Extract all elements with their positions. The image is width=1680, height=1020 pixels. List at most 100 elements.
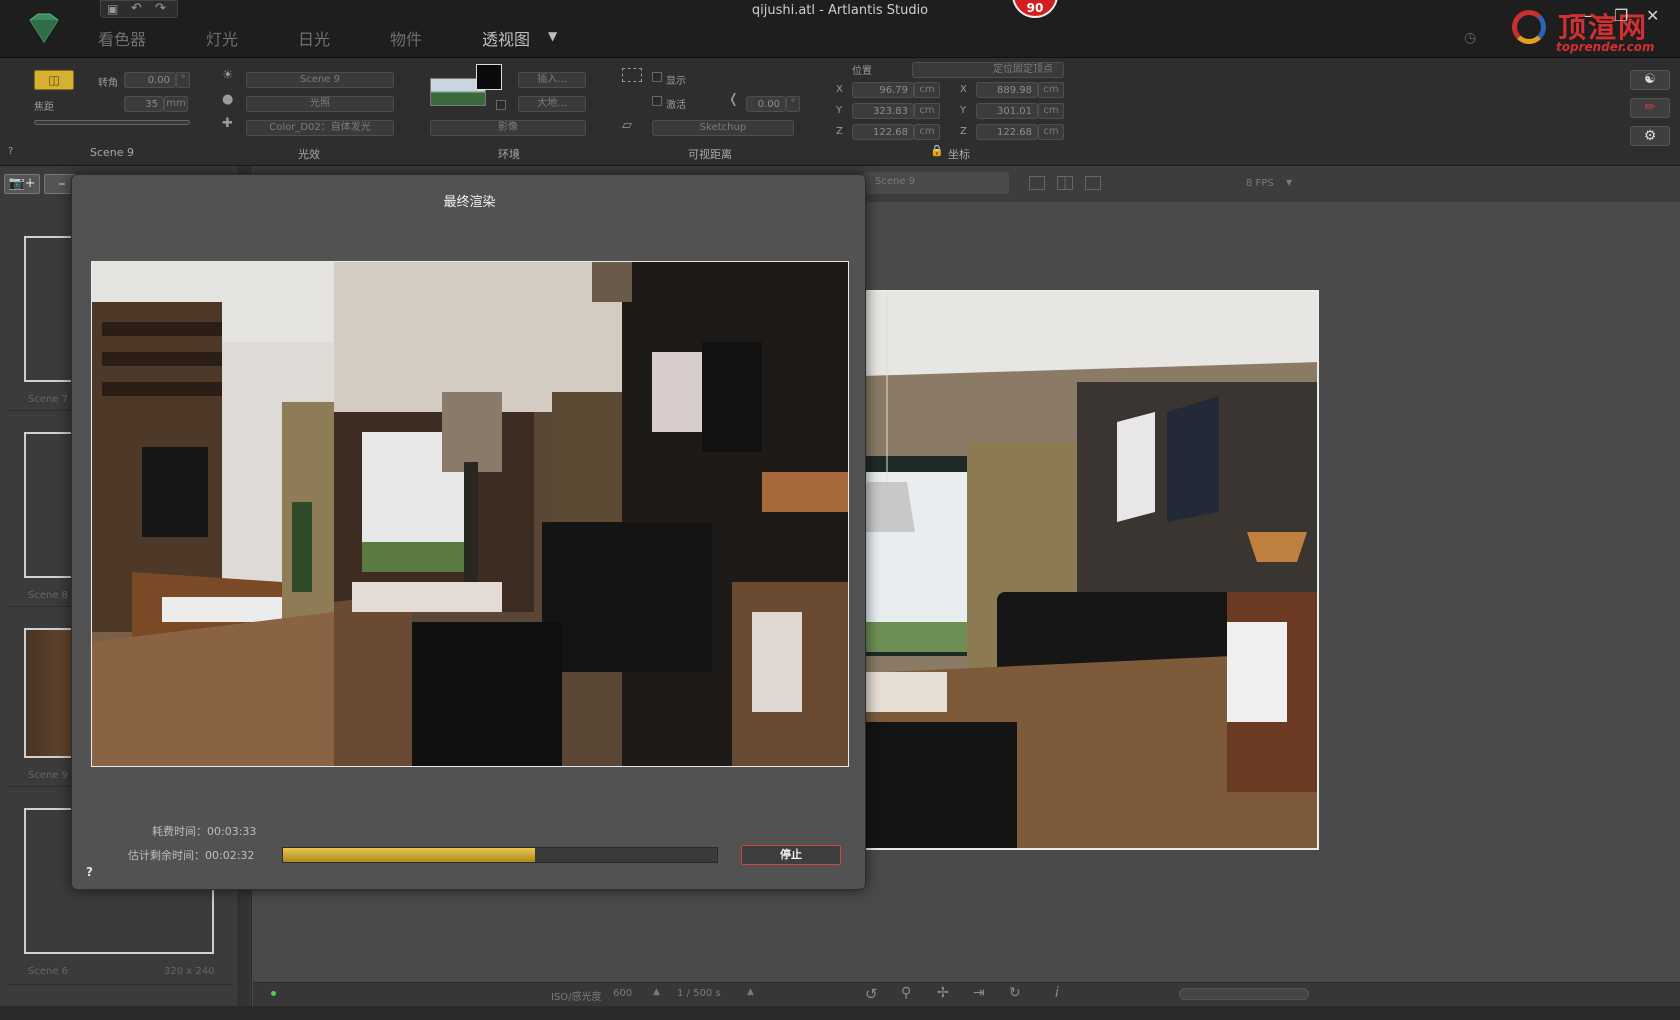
show-label: 显示 <box>666 76 686 87</box>
tab-lights[interactable]: 灯光 <box>206 26 238 50</box>
activate-label: 激活 <box>666 100 686 111</box>
rotate-icon[interactable]: ↺ <box>865 985 878 1003</box>
right-x-input[interactable]: 889.98 <box>976 82 1038 98</box>
tab-shading[interactable]: 看色器 <box>98 26 146 50</box>
clip-angle-icon: ❬ <box>728 92 739 107</box>
iso-label: ISO/感光度 <box>551 992 602 1003</box>
left-x-unit: cm <box>914 82 940 98</box>
orbit-icon[interactable]: ↻ <box>1009 985 1021 1001</box>
elapsed-time-label: 耗费时间：00:03:33 <box>152 825 257 838</box>
ground-button[interactable]: 大地... <box>518 96 586 112</box>
angle-input[interactable]: 0.00 <box>124 72 176 88</box>
right-z-input[interactable]: 122.68 <box>976 124 1038 140</box>
color-tag-icon: ✚ <box>222 116 233 131</box>
pan-icon[interactable]: ✢ <box>937 985 949 1001</box>
watermark-url: toprender.com <box>1556 40 1655 54</box>
shutter-value[interactable]: 1 / 500 s <box>677 988 721 999</box>
right-z-unit: cm <box>1038 124 1064 140</box>
clipping-section-label: 可视距离 <box>688 148 732 161</box>
zoom-icon[interactable]: ⚲ <box>901 985 911 1001</box>
shutter-stepper-icon[interactable]: ▲ <box>747 987 754 997</box>
render-dialog: 最终渲染 耗费时间：00:03:33 估计剩余时间：00:02:32 停止 ? <box>71 174 866 890</box>
right-z-label: Z <box>960 126 967 137</box>
environment-color-swatch[interactable] <box>476 64 502 90</box>
lighting-section-label: 光效 <box>298 148 320 161</box>
save-icon[interactable]: ▣ <box>107 2 118 16</box>
watermark-emblem <box>1512 10 1546 44</box>
clip-value-input[interactable]: 0.00 <box>746 96 786 112</box>
coord-mode-select[interactable]: 定位固定顶点 <box>912 62 1064 78</box>
position-label: 位置 <box>852 66 872 77</box>
toolbar-help[interactable]: ? <box>8 146 13 157</box>
scene-select[interactable]: Scene 9 <box>246 72 394 88</box>
title-bar: ▣ ↶ ↷ qijushi.atl - Artlantis Studio 90 … <box>0 0 1680 58</box>
image-select[interactable]: 影像 <box>430 120 586 136</box>
left-z-input[interactable]: 122.68 <box>852 124 914 140</box>
left-x-label: X <box>836 84 843 95</box>
coords-section-label: 坐标 <box>948 148 970 161</box>
fps-select[interactable]: 8 FPS <box>1246 178 1274 189</box>
iso-value[interactable]: 600 <box>613 988 632 999</box>
tab-perspective[interactable]: 透视图 <box>482 26 530 50</box>
environment-section-label: 环境 <box>498 148 520 161</box>
tab-objects[interactable]: 物件 <box>390 26 422 50</box>
left-y-unit: cm <box>914 103 940 119</box>
quick-toolbar: ▣ ↶ ↷ <box>100 0 178 18</box>
layout-grid-icon[interactable] <box>1057 176 1073 190</box>
walk-icon[interactable]: ⇥ <box>973 985 985 1001</box>
scene-icon: ☀ <box>222 68 234 83</box>
status-led-icon <box>271 991 276 996</box>
window-title: qijushi.atl - Artlantis Studio <box>751 3 929 18</box>
tab-dropdown-icon[interactable]: ▼ <box>548 29 557 43</box>
scene-size: 320 x 240 <box>164 966 215 977</box>
left-z-label: Z <box>836 126 843 137</box>
light-select[interactable]: 光照 <box>246 96 394 112</box>
camera-lock-icon[interactable]: ◫ <box>34 70 74 90</box>
left-y-input[interactable]: 323.83 <box>852 103 914 119</box>
color-select[interactable]: Color_D02：自体发光 <box>246 120 394 136</box>
scene-label: Scene 8 <box>28 590 69 601</box>
info-icon[interactable]: i <box>1055 985 1059 1001</box>
status-bar: ISO/感光度 600 ▲ 1 / 500 s ▲ ↺ ⚲ ✢ ⇥ ↻ i <box>253 982 1680 1006</box>
render-mode-button[interactable]: ☯ <box>1630 70 1670 90</box>
navigation-slider[interactable] <box>1179 988 1309 1000</box>
iso-stepper-icon[interactable]: ▲ <box>653 987 660 997</box>
show-checkbox[interactable] <box>652 72 662 82</box>
add-camera-button[interactable]: 📷+ <box>4 174 40 194</box>
scene-label: Scene 7 <box>28 394 69 405</box>
close-button[interactable]: ✕ <box>1646 6 1659 25</box>
clip-mode-select[interactable]: Sketchup <box>652 120 794 136</box>
clock-icon[interactable]: ◷ <box>1464 30 1476 46</box>
right-y-input[interactable]: 301.01 <box>976 103 1038 119</box>
left-x-input[interactable]: 96.79 <box>852 82 914 98</box>
minimize-button[interactable]: – <box>1584 6 1592 25</box>
inspector-toolbar: ◫ 转角 0.00 ° 焦距 35 mm ? Scene 9 ☀ Scene 9… <box>0 58 1680 166</box>
insert-button[interactable]: 插入... <box>518 72 586 88</box>
layout-split-icon[interactable] <box>1085 176 1101 190</box>
tab-sunlight[interactable]: 日光 <box>298 26 330 50</box>
app-logo <box>26 12 62 44</box>
redo-icon[interactable]: ↷ <box>155 1 166 16</box>
activate-checkbox[interactable] <box>652 96 662 106</box>
render-progress-fill <box>283 848 535 862</box>
focal-unit: mm <box>164 96 188 112</box>
lock-icon[interactable]: 🔒 <box>930 144 944 157</box>
maximize-button[interactable]: ❐ <box>1614 6 1628 25</box>
clipping-frame-icon <box>622 68 642 82</box>
color-palette-button[interactable]: ✏ <box>1630 98 1670 118</box>
scene-name-field: Scene 9 <box>863 172 1009 194</box>
focal-input[interactable]: 35 <box>124 96 164 112</box>
stop-button[interactable]: 停止 <box>741 845 841 865</box>
ground-checkbox[interactable] <box>496 100 506 110</box>
focal-slider[interactable] <box>34 120 190 125</box>
camera-section-label: Scene 9 <box>90 146 135 159</box>
watermark-logo: 顶渲网 toprender.com <box>1500 6 1660 54</box>
settings-gear-icon[interactable]: ⚙ <box>1630 126 1670 146</box>
dialog-title: 最终渲染 <box>443 195 496 210</box>
light-bulb-icon: ● <box>222 92 234 107</box>
undo-icon[interactable]: ↶ <box>131 1 142 16</box>
layout-single-icon[interactable] <box>1029 176 1045 190</box>
dialog-help-button[interactable]: ? <box>86 865 93 879</box>
left-y-label: Y <box>836 105 843 116</box>
fps-dropdown-icon[interactable]: ▼ <box>1286 178 1292 187</box>
